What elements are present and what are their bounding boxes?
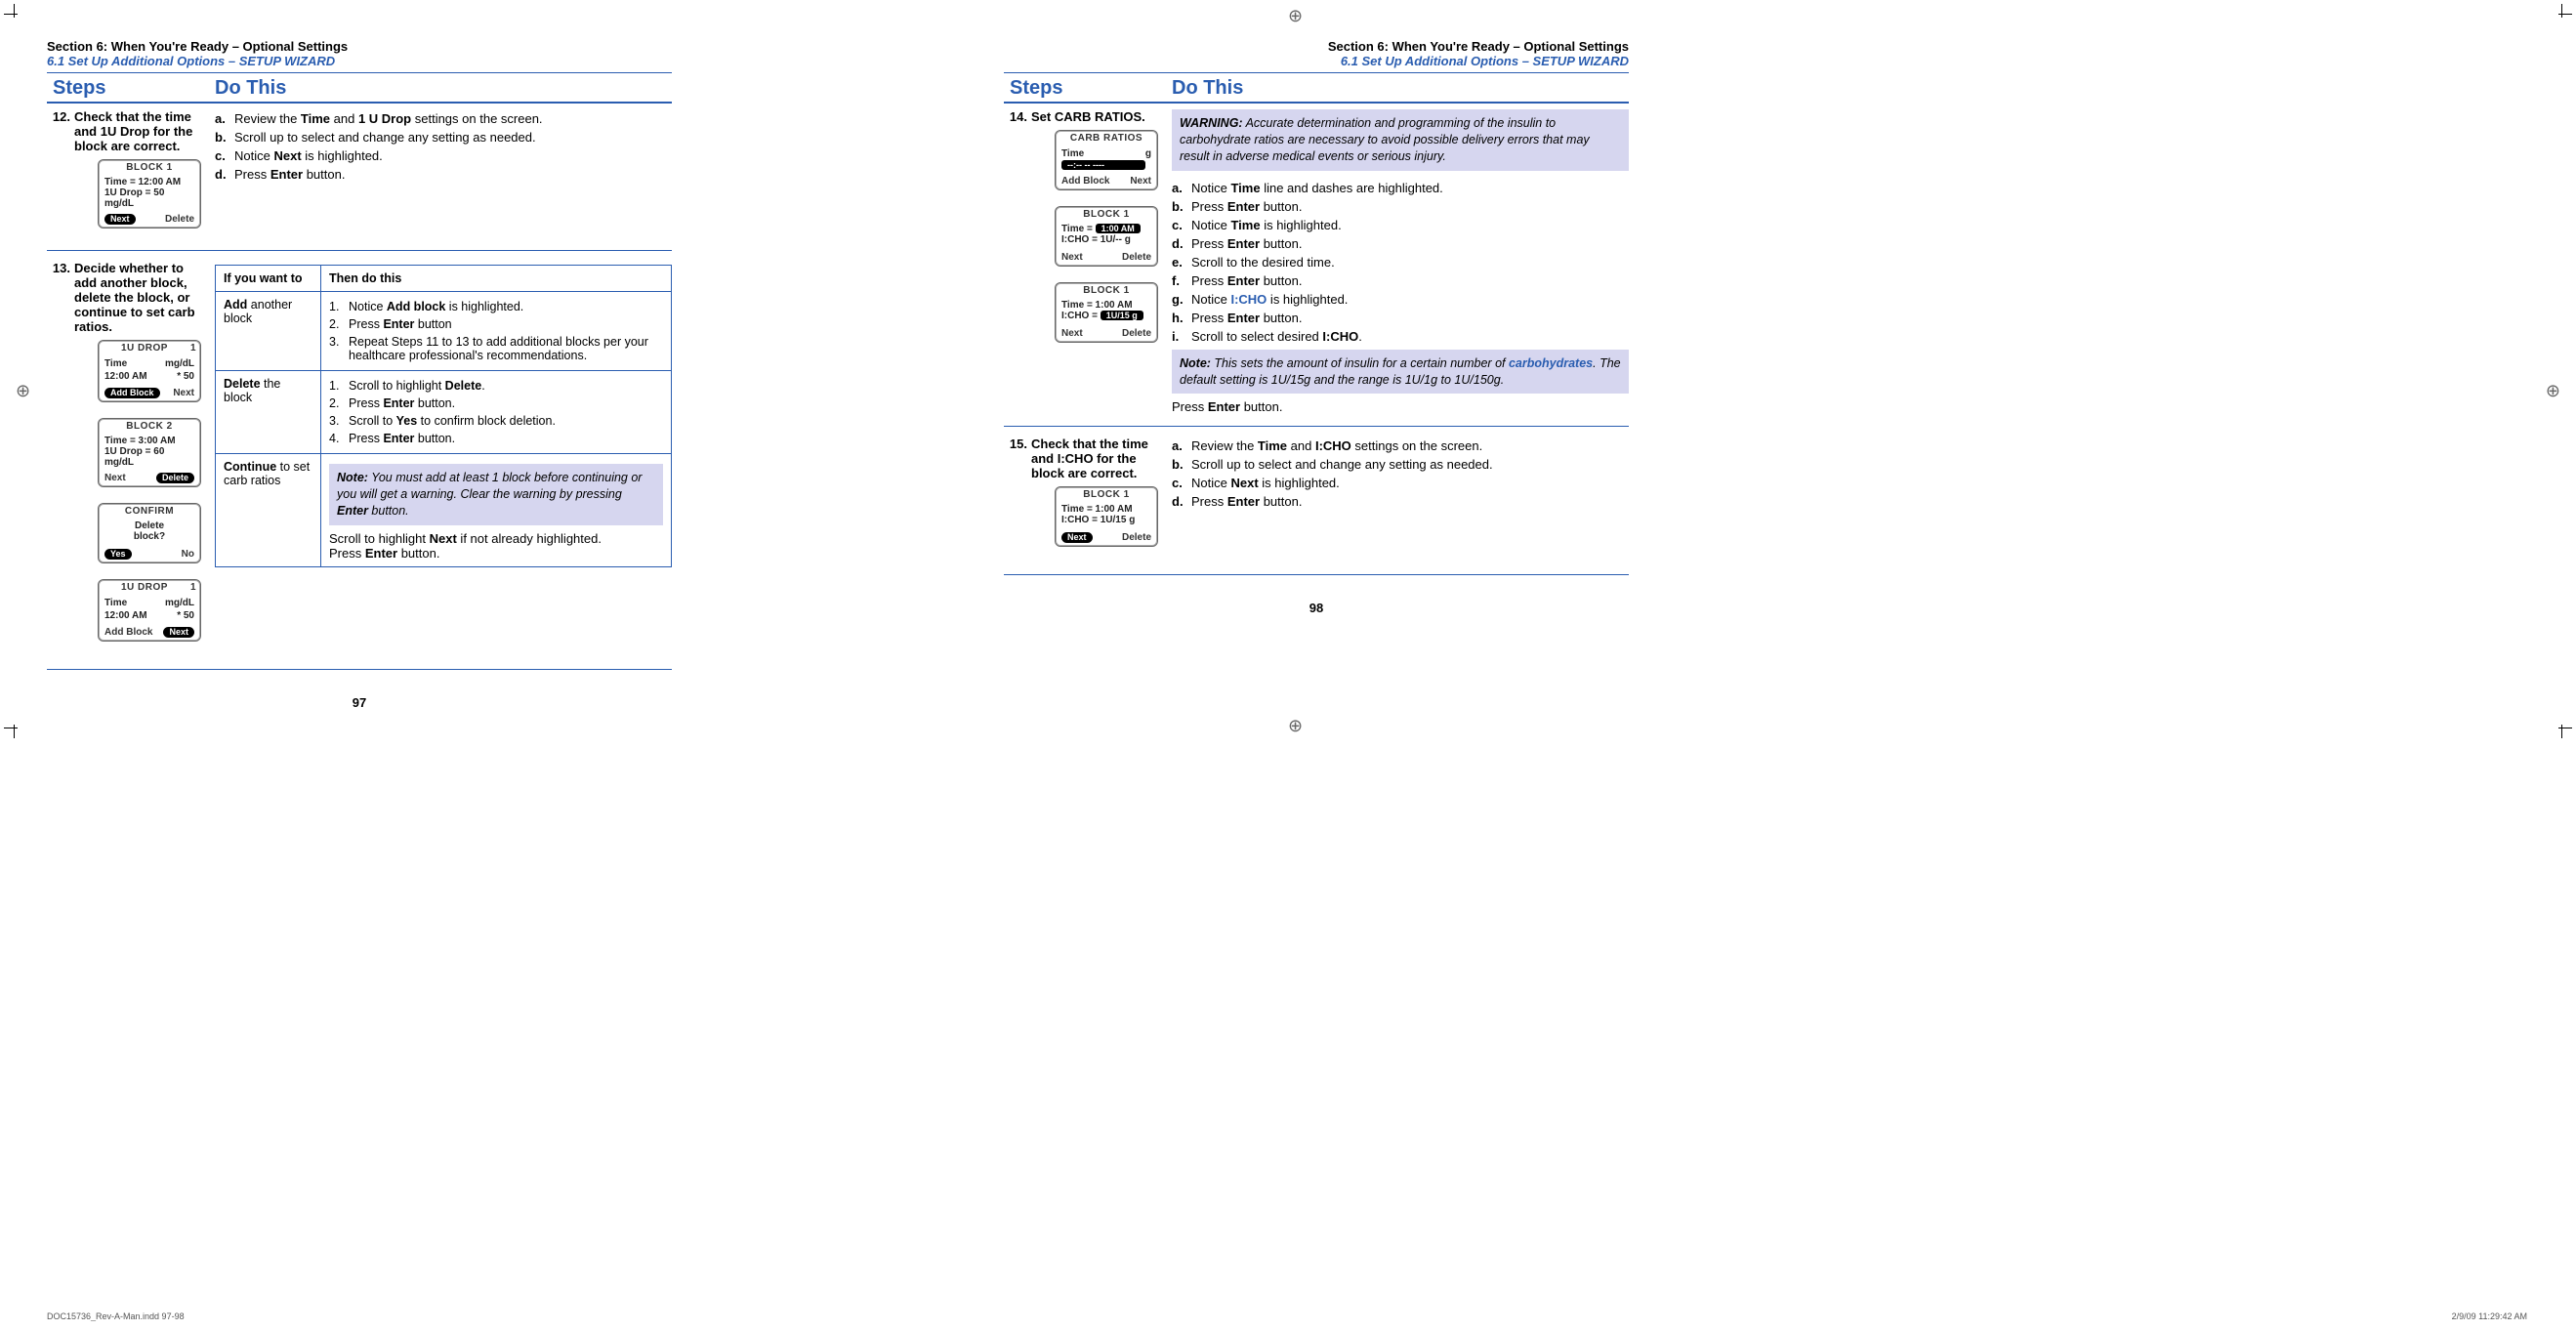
reg-mark-icon: ⊕ bbox=[16, 381, 30, 401]
section-subtitle: 6.1 Set Up Additional Options – SETUP WI… bbox=[1004, 54, 1629, 68]
reg-mark-icon: ⊕ bbox=[1288, 716, 1303, 736]
device-screen: CARB RATIOS Timeg --:-- -- ---- Add Bloc… bbox=[1055, 130, 1158, 190]
section-subtitle: 6.1 Set Up Additional Options – SETUP WI… bbox=[47, 54, 672, 68]
divider bbox=[1004, 72, 1629, 73]
col-do-this: Do This bbox=[1172, 77, 1629, 100]
step-12: 12. Check that the time and 1U Drop for … bbox=[47, 104, 672, 248]
col-steps: Steps bbox=[47, 77, 215, 100]
column-headers: Steps Do This bbox=[1004, 77, 1629, 104]
device-next-button: Next bbox=[104, 214, 136, 225]
col-do-this: Do This bbox=[215, 77, 672, 100]
divider bbox=[47, 250, 672, 251]
divider bbox=[1004, 574, 1629, 575]
column-headers: Steps Do This bbox=[47, 77, 672, 104]
doc-id: DOC15736_Rev-A-Man.indd 97-98 bbox=[47, 1311, 185, 1321]
decision-table: If you want toThen do this Add another b… bbox=[215, 265, 672, 567]
note-box: Note: This sets the amount of insulin fo… bbox=[1172, 350, 1629, 395]
device-screen: BLOCK 1 Time = 1:00 AM I:CHO = 1U/15 g N… bbox=[1055, 282, 1158, 343]
step-13: 13. Decide whether to add another block,… bbox=[47, 255, 672, 661]
step-15: 15. Check that the time and I:CHO for th… bbox=[1004, 431, 1629, 566]
page-number: 97 bbox=[47, 695, 672, 710]
section-title: Section 6: When You're Ready – Optional … bbox=[47, 39, 672, 54]
divider bbox=[47, 669, 672, 670]
divider bbox=[47, 72, 672, 73]
device-screen: 1U DROP1 Timemg/dL 12:00 AM* 50 Add Bloc… bbox=[98, 340, 201, 402]
device-screen: BLOCK 2 Time = 3:00 AM1U Drop = 60 mg/dL… bbox=[98, 418, 201, 487]
col-steps: Steps bbox=[1004, 77, 1172, 100]
device-screen: BLOCK 1 Time = 1:00 AMI:CHO = 1U/15 g Ne… bbox=[1055, 486, 1158, 547]
divider bbox=[1004, 426, 1629, 427]
print-timestamp: 2/9/09 11:29:42 AM bbox=[2452, 1311, 2527, 1321]
warning-box: WARNING: Accurate determination and prog… bbox=[1172, 109, 1629, 171]
page-number: 98 bbox=[1004, 601, 1629, 615]
note-box: Note: You must add at least 1 block befo… bbox=[329, 464, 663, 525]
page-97: Section 6: When You're Ready – Optional … bbox=[47, 39, 672, 710]
device-screen: BLOCK 1 Time = 1:00 AM I:CHO = 1U/-- g N… bbox=[1055, 206, 1158, 267]
device-screen: CONFIRM Deleteblock? YesNo bbox=[98, 503, 201, 563]
section-title: Section 6: When You're Ready – Optional … bbox=[1004, 39, 1629, 54]
device-screen: 1U DROP1 Timemg/dL 12:00 AM* 50 Add Bloc… bbox=[98, 579, 201, 642]
reg-mark-icon: ⊕ bbox=[1288, 6, 1303, 26]
page-98: Section 6: When You're Ready – Optional … bbox=[1004, 39, 1629, 710]
reg-mark-icon: ⊕ bbox=[2546, 381, 2560, 401]
print-footer: DOC15736_Rev-A-Man.indd 97-98 2/9/09 11:… bbox=[47, 1311, 2527, 1321]
device-screen: BLOCK 1 Time = 12:00 AM 1U Drop = 50 mg/… bbox=[98, 159, 201, 229]
step-14: 14. Set CARB RATIOS. CARB RATIOS Timeg -… bbox=[1004, 104, 1629, 424]
